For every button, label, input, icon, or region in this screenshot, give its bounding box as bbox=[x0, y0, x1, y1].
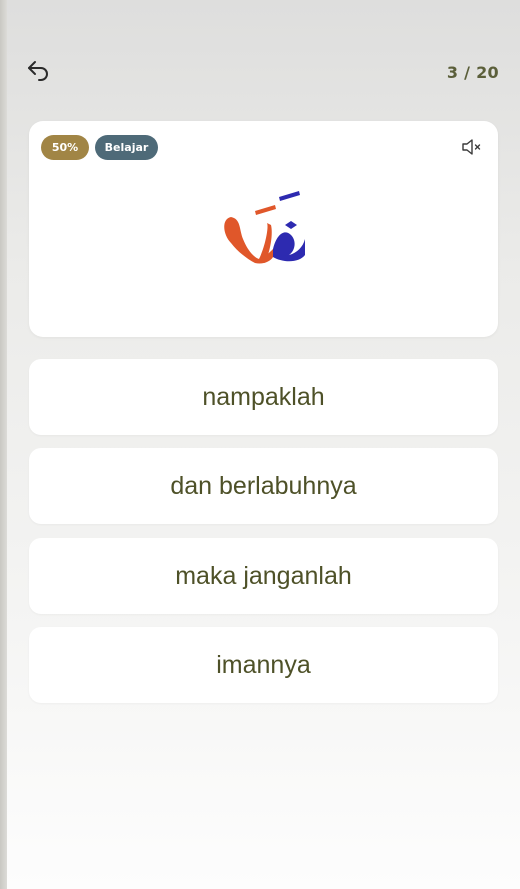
back-button[interactable] bbox=[24, 55, 54, 85]
speaker-muted-icon bbox=[462, 139, 481, 155]
mode-badge: Belajar bbox=[95, 135, 158, 160]
left-edge-shadow bbox=[0, 0, 7, 889]
header: 3 / 20 bbox=[0, 0, 520, 110]
answer-option-2[interactable]: dan berlabuhnya bbox=[29, 448, 498, 524]
answer-option-1[interactable]: nampaklah bbox=[29, 359, 498, 435]
arabic-word bbox=[224, 191, 305, 264]
answer-option-4[interactable]: imannya bbox=[29, 627, 498, 703]
answer-option-3[interactable]: maka janganlah bbox=[29, 538, 498, 614]
word-card: 50% Belajar bbox=[29, 121, 498, 337]
mute-button[interactable] bbox=[460, 137, 484, 157]
percent-badge: 50% bbox=[41, 135, 89, 160]
undo-arrow-icon bbox=[28, 61, 48, 81]
progress-counter: 3 / 20 bbox=[446, 63, 499, 82]
